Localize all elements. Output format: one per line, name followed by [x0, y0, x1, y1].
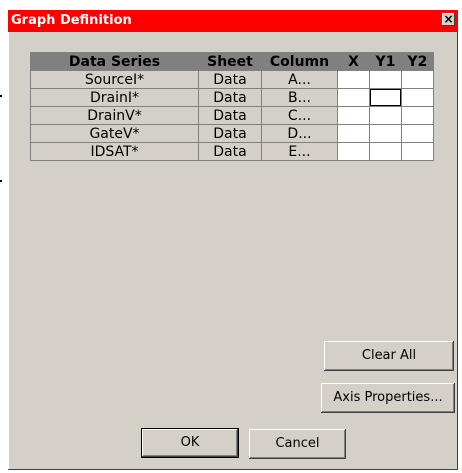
header-y2: Y2	[401, 52, 434, 71]
sheet-cell[interactable]: Data	[198, 70, 262, 89]
table-row: SourceI* Data A...	[30, 70, 434, 89]
series-name[interactable]: GateV*	[30, 124, 199, 143]
y2-checkbox[interactable]	[401, 106, 434, 125]
y2-checkbox[interactable]	[401, 88, 434, 107]
sheet-cell[interactable]: Data	[198, 124, 262, 143]
sheet-cell[interactable]: Data	[198, 142, 262, 161]
y1-checkbox[interactable]	[369, 106, 402, 125]
close-icon[interactable]: ×	[442, 13, 455, 26]
edge-mark	[0, 95, 2, 97]
ok-button[interactable]: OK	[142, 429, 238, 457]
column-cell[interactable]: B...	[261, 88, 338, 107]
cancel-button[interactable]: Cancel	[249, 429, 346, 459]
table-row: DrainV* Data C...	[30, 106, 434, 125]
table-header-row: Data Series Sheet Column X Y1 Y2	[30, 52, 434, 71]
y2-checkbox[interactable]	[401, 142, 434, 161]
column-cell[interactable]: D...	[261, 124, 338, 143]
y1-checkbox[interactable]	[369, 142, 402, 161]
x-checkbox[interactable]	[337, 124, 370, 143]
x-checkbox[interactable]	[337, 106, 370, 125]
title-bar: Graph Definition ×	[8, 10, 458, 32]
column-cell[interactable]: C...	[261, 106, 338, 125]
y2-checkbox[interactable]	[401, 124, 434, 143]
column-cell[interactable]: A...	[261, 70, 338, 89]
edge-mark	[0, 180, 2, 182]
y1-checkbox[interactable]	[369, 88, 402, 107]
y2-checkbox[interactable]	[401, 70, 434, 89]
dialog-title: Graph Definition	[11, 13, 132, 28]
sheet-cell[interactable]: Data	[198, 106, 262, 125]
header-y1: Y1	[369, 52, 402, 71]
clear-all-button[interactable]: Clear All	[324, 341, 454, 371]
header-column: Column	[261, 52, 338, 71]
header-sheet: Sheet	[198, 52, 262, 71]
y1-checkbox[interactable]	[369, 70, 402, 89]
x-checkbox[interactable]	[337, 142, 370, 161]
graph-definition-dialog: Graph Definition × Data Series Sheet Col…	[8, 10, 458, 470]
sheet-cell[interactable]: Data	[198, 88, 262, 107]
table-row: GateV* Data D...	[30, 124, 434, 143]
data-series-table: Data Series Sheet Column X Y1 Y2 SourceI…	[30, 52, 434, 161]
series-name[interactable]: DrainI*	[30, 88, 199, 107]
y1-checkbox[interactable]	[369, 124, 402, 143]
x-checkbox[interactable]	[337, 70, 370, 89]
series-name[interactable]: DrainV*	[30, 106, 199, 125]
table-row: DrainI* Data B...	[30, 88, 434, 107]
series-name[interactable]: SourceI*	[30, 70, 199, 89]
header-data-series: Data Series	[30, 52, 199, 71]
header-x: X	[337, 52, 370, 71]
table-row: IDSAT* Data E...	[30, 142, 434, 161]
series-name[interactable]: IDSAT*	[30, 142, 199, 161]
axis-properties-button[interactable]: Axis Properties...	[321, 383, 455, 413]
x-checkbox[interactable]	[337, 88, 370, 107]
column-cell[interactable]: E...	[261, 142, 338, 161]
